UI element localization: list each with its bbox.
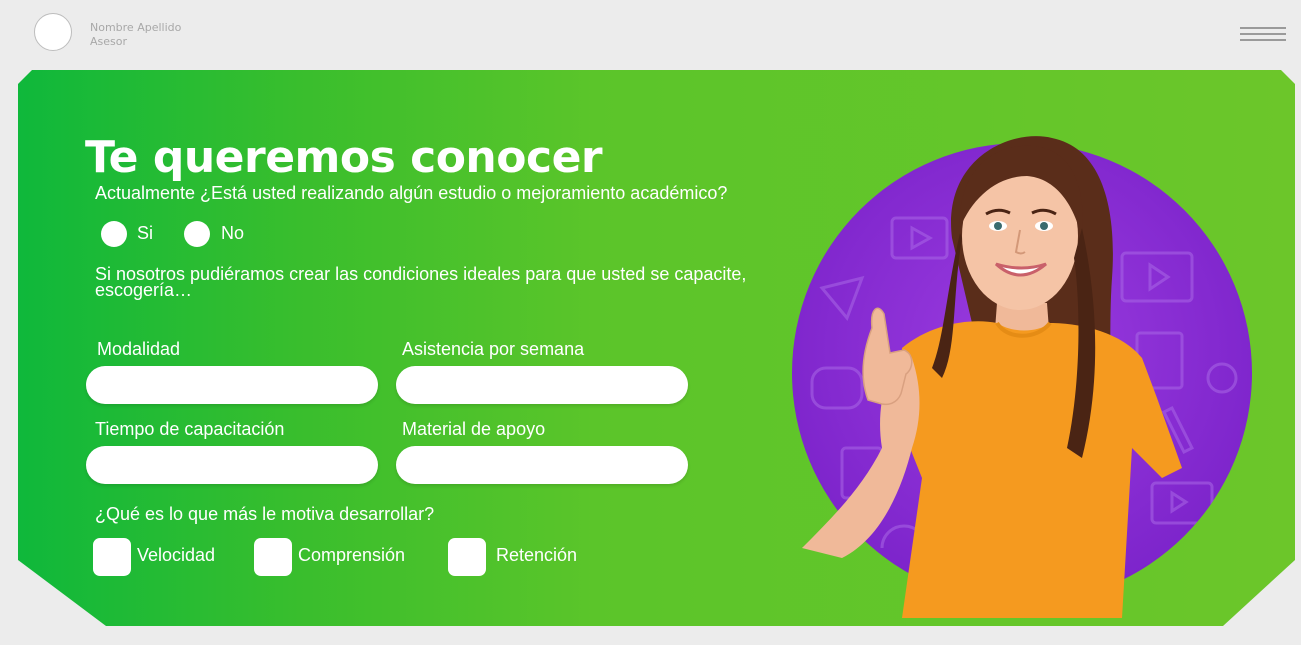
form-title: Te queremos conocer [85,132,603,183]
checkbox-comprension-label: Comprensión [298,545,406,565]
radio-no[interactable] [184,221,210,247]
label-modalidad: Modalidad [97,339,181,359]
user-role: Asesor [90,35,128,48]
label-tiempo: Tiempo de capacitación [95,419,285,439]
label-material: Material de apoyo [402,419,546,439]
hamburger-menu-icon[interactable] [1240,25,1286,43]
material-input[interactable] [396,446,688,484]
question-motivation: ¿Qué es lo que más le motiva desarrollar… [95,504,435,524]
radio-no-label: No [221,223,245,243]
question-study: Actualmente ¿Está usted realizando algún… [95,183,728,203]
question-conditions: Si nosotros pudiéramos crear las condici… [95,264,747,300]
modalidad-input[interactable] [86,366,378,404]
avatar [34,13,72,51]
asistencia-input[interactable] [396,366,688,404]
radio-si-label: Si [137,223,154,243]
radio-si[interactable] [101,221,127,247]
label-asistencia: Asistencia por semana [402,339,585,359]
checkbox-retencion[interactable] [448,538,486,576]
tiempo-input[interactable] [86,446,378,484]
user-name: Nombre Apellido [90,21,182,34]
woman-thumbs-up-image [792,136,1252,618]
checkbox-velocidad-label: Velocidad [137,545,216,565]
checkbox-comprension[interactable] [254,538,292,576]
checkbox-retencion-label: Retención [496,545,578,565]
checkbox-velocidad[interactable] [93,538,131,576]
